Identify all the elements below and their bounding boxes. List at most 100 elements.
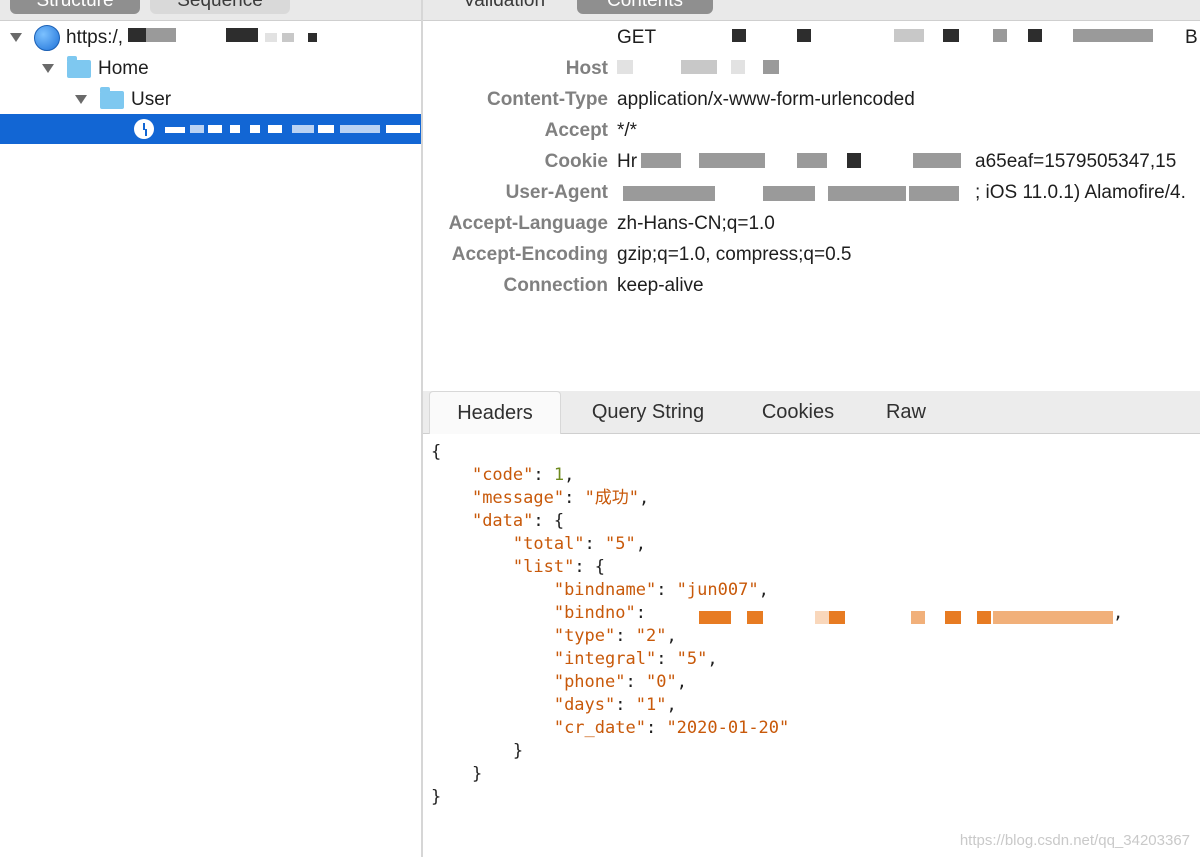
redacted-block bbox=[226, 28, 258, 42]
header-key: Connection bbox=[503, 275, 609, 296]
redacted-block bbox=[1073, 29, 1153, 42]
redacted-block bbox=[623, 186, 715, 201]
header-value: gzip;q=1.0, compress;q=0.5 bbox=[617, 244, 852, 265]
redacted-block bbox=[340, 125, 380, 133]
redacted-block bbox=[945, 611, 961, 624]
json-line-list: "list": { bbox=[512, 557, 606, 577]
redacted-block bbox=[292, 125, 314, 133]
redacted-block bbox=[699, 153, 765, 168]
redacted-block bbox=[681, 60, 717, 74]
json-line-bindname: "bindname": "jun007", bbox=[553, 580, 769, 600]
header-key: Accept-Language bbox=[448, 213, 608, 234]
tab-headers[interactable]: Headers bbox=[429, 391, 561, 434]
redacted-block bbox=[146, 28, 176, 42]
redacted-block bbox=[190, 125, 204, 133]
json-line-phone: "phone": "0", bbox=[553, 672, 687, 692]
redacted-block bbox=[829, 611, 845, 624]
header-value: keep-alive bbox=[617, 275, 704, 296]
redacted-block bbox=[894, 29, 924, 42]
tree-item-request-selected[interactable] bbox=[0, 114, 421, 144]
redacted-block bbox=[265, 33, 277, 42]
response-tab-bar: Headers Query String Cookies Raw bbox=[423, 391, 1200, 434]
header-key: User-Agent bbox=[505, 182, 608, 203]
tab-raw[interactable]: Raw bbox=[868, 391, 944, 433]
json-close-data: } bbox=[431, 764, 483, 784]
json-open-brace: { bbox=[431, 442, 442, 462]
tab-validation[interactable]: Validation bbox=[440, 0, 568, 14]
tree-item-home[interactable]: Home bbox=[98, 57, 149, 81]
redacted-block bbox=[747, 611, 763, 624]
redacted-block bbox=[250, 125, 260, 133]
redacted-block bbox=[1028, 29, 1042, 42]
json-comma: , bbox=[1113, 603, 1124, 623]
redacted-block bbox=[797, 29, 811, 42]
structure-pane: Structure Sequence https:/, Home User bbox=[0, 0, 421, 857]
header-value: */* bbox=[617, 120, 638, 141]
tab-sequence[interactable]: Sequence bbox=[150, 0, 290, 14]
header-value-tail: a65eaf=1579505347,15 bbox=[975, 151, 1177, 172]
folder-icon bbox=[67, 56, 91, 78]
json-close-list: } bbox=[431, 741, 524, 761]
watermark-text: https://blog.csdn.net/qq_34203367 bbox=[959, 832, 1190, 849]
json-line-code: "code": 1, bbox=[471, 465, 575, 485]
redacted-block bbox=[828, 186, 906, 201]
redacted-block bbox=[230, 125, 240, 133]
tree-item-user[interactable]: User bbox=[131, 88, 171, 112]
redacted-block bbox=[763, 60, 779, 74]
redacted-block bbox=[847, 153, 861, 168]
tree-item-host[interactable]: https:/, bbox=[66, 26, 123, 50]
disclosure-triangle-icon[interactable] bbox=[10, 33, 22, 42]
header-key: Accept-Encoding bbox=[451, 244, 608, 265]
json-line-cr-date: "cr_date": "2020-01-20" bbox=[553, 718, 790, 738]
redacted-block bbox=[731, 60, 745, 74]
redacted-block bbox=[815, 611, 829, 624]
disclosure-triangle-icon[interactable] bbox=[75, 95, 87, 104]
redacted-block bbox=[943, 29, 959, 42]
redacted-block bbox=[308, 33, 317, 42]
json-close-root: } bbox=[431, 787, 442, 807]
disclosure-triangle-icon[interactable] bbox=[42, 64, 54, 73]
redacted-block bbox=[318, 125, 334, 133]
json-line-bindno: "bindno": bbox=[553, 603, 646, 623]
redacted-block bbox=[913, 153, 961, 168]
header-value-tail: ; iOS 11.0.1) Alamofire/4. bbox=[975, 182, 1186, 203]
redacted-block bbox=[993, 611, 1113, 624]
folder-icon bbox=[100, 87, 124, 109]
header-key: Cookie bbox=[544, 151, 608, 172]
header-key: Accept bbox=[544, 120, 608, 141]
clock-icon bbox=[134, 119, 154, 139]
redacted-block bbox=[282, 33, 294, 42]
response-body: { "code": 1, "message": "成功", "data": { … bbox=[423, 434, 1200, 857]
header-key: Host bbox=[565, 58, 608, 79]
redacted-block bbox=[909, 186, 959, 201]
json-line-integral: "integral": "5", bbox=[553, 649, 718, 669]
json-line-type: "type": "2", bbox=[553, 626, 677, 646]
json-line-message: "message": "成功", bbox=[471, 488, 650, 508]
redacted-block bbox=[911, 611, 925, 624]
redacted-block bbox=[732, 29, 746, 42]
tab-contents[interactable]: Contents bbox=[577, 0, 713, 14]
redacted-block bbox=[165, 127, 185, 133]
redacted-block bbox=[993, 29, 1007, 42]
redacted-block bbox=[763, 186, 815, 201]
redacted-block bbox=[617, 60, 633, 74]
redacted-block bbox=[977, 611, 991, 624]
redacted-block bbox=[208, 125, 222, 133]
tab-cookies[interactable]: Cookies bbox=[743, 391, 853, 433]
redacted-block bbox=[268, 125, 282, 133]
header-value: Hr bbox=[617, 151, 638, 172]
redacted-block bbox=[128, 28, 146, 42]
json-line-days: "days": "1", bbox=[553, 695, 677, 715]
redacted-block bbox=[386, 125, 420, 133]
header-value: zh-Hans-CN;q=1.0 bbox=[617, 213, 775, 234]
json-line-data: "data": { bbox=[471, 511, 565, 531]
truncated-text: B bbox=[1185, 27, 1198, 48]
request-headers-table: GET B Host Content-Type application/x-ww… bbox=[423, 22, 1200, 390]
redacted-block bbox=[641, 153, 681, 168]
header-value: application/x-www-form-urlencoded bbox=[617, 89, 915, 110]
redacted-block bbox=[797, 153, 827, 168]
globe-icon bbox=[34, 25, 60, 51]
tab-structure[interactable]: Structure bbox=[10, 0, 140, 14]
tab-query-string[interactable]: Query String bbox=[573, 391, 723, 433]
redacted-block bbox=[699, 611, 731, 624]
